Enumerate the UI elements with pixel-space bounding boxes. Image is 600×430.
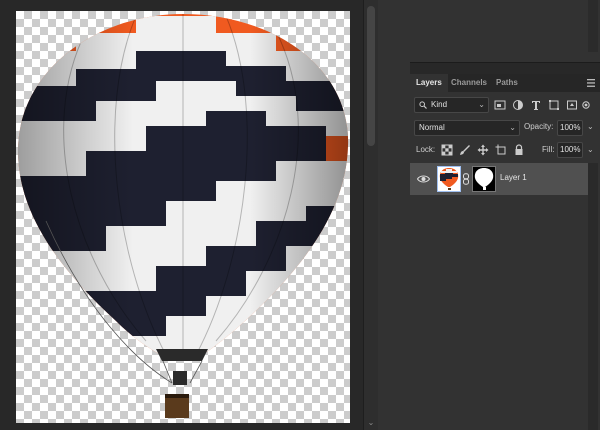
- pixel-filter-icon[interactable]: [494, 99, 506, 111]
- mask-shape-icon: [474, 168, 494, 190]
- adjustment-filter-icon[interactable]: [512, 99, 524, 111]
- canvas-area[interactable]: [0, 0, 363, 430]
- chevron-down-icon: ⌄: [509, 123, 516, 132]
- hot-air-balloon-image: [18, 14, 349, 418]
- panel-menu-icon[interactable]: [586, 78, 596, 88]
- filter-kind-select[interactable]: Kind ⌄: [414, 97, 489, 113]
- shape-filter-icon[interactable]: [548, 99, 560, 111]
- layers-panel-scrollbar[interactable]: [588, 163, 598, 430]
- panel-tab-bar: Layers Channels Paths: [410, 74, 600, 92]
- blend-mode-value: Normal: [419, 123, 445, 132]
- layer-name[interactable]: Layer 1: [500, 173, 527, 182]
- lock-position-icon[interactable]: [477, 144, 489, 156]
- upper-panel-scrollbar[interactable]: [588, 0, 598, 52]
- balloon-thumbnail-icon: [439, 168, 459, 190]
- opacity-label: Opacity:: [524, 122, 554, 131]
- blend-mode-select[interactable]: Normal ⌄: [414, 120, 520, 136]
- lock-label: Lock:: [416, 145, 436, 154]
- chevron-down-icon: ⌄: [478, 100, 485, 109]
- scroll-down-arrow-icon[interactable]: ⌄: [364, 418, 378, 428]
- document-canvas[interactable]: [16, 11, 350, 423]
- layer-thumbnail[interactable]: [437, 166, 461, 192]
- tab-channels[interactable]: Channels: [451, 74, 487, 92]
- lock-artboard-icon[interactable]: [495, 144, 507, 156]
- panel-gutter: [378, 0, 410, 430]
- mask-link-icon[interactable]: [462, 173, 470, 185]
- visibility-eye-icon[interactable]: [417, 173, 430, 185]
- smart-object-filter-icon[interactable]: [566, 99, 578, 111]
- tab-paths[interactable]: Paths: [496, 74, 518, 92]
- scrollbar-thumb[interactable]: [367, 6, 375, 146]
- layer-mask-thumbnail[interactable]: [472, 166, 496, 192]
- opacity-dropdown-icon[interactable]: ⌄: [587, 122, 594, 131]
- tab-layers[interactable]: Layers: [410, 74, 448, 92]
- filter-toggle-icon[interactable]: [582, 99, 590, 111]
- filter-kind-label: Kind: [431, 100, 448, 109]
- upper-panel-dock: [410, 0, 600, 63]
- lock-transparent-icon[interactable]: [441, 144, 453, 156]
- layers-panel: Layers Channels Paths Kind ⌄ Normal ⌄ Op…: [410, 74, 600, 430]
- opacity-field[interactable]: 100%: [557, 120, 583, 136]
- layer-row[interactable]: Layer 1: [410, 163, 588, 195]
- canvas-vertical-scrollbar[interactable]: ⌄: [363, 0, 378, 430]
- search-icon: [419, 101, 427, 109]
- fill-field[interactable]: 100%: [557, 142, 583, 158]
- fill-dropdown-icon[interactable]: ⌄: [587, 145, 594, 154]
- fill-label: Fill:: [542, 145, 555, 154]
- lock-image-icon[interactable]: [459, 144, 471, 156]
- lock-all-icon[interactable]: [513, 144, 525, 156]
- type-filter-icon[interactable]: [530, 99, 542, 111]
